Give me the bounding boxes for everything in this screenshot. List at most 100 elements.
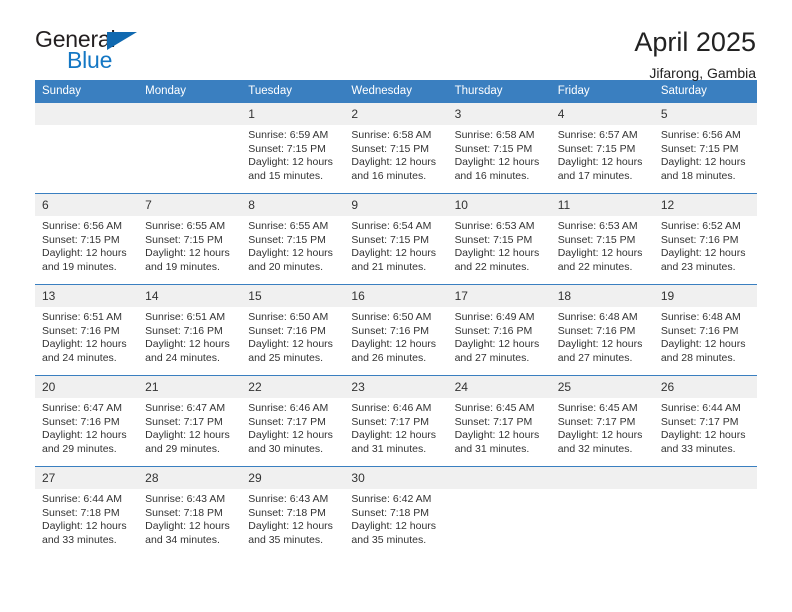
sunrise-text: Sunrise: 6:47 AM <box>42 402 122 414</box>
sunset-text: Sunset: 7:16 PM <box>660 324 739 337</box>
calendar-cell-day-22[interactable]: 22 Sunrise: 6:46 AM Sunset: 7:17 PM Dayligh… <box>241 375 345 467</box>
day-details: Sunrise: 6:49 AM Sunset: 7:16 PM Daylight:… <box>448 307 551 365</box>
calendar-cell-day-21[interactable]: 21 Sunrise: 6:47 AM Sunset: 7:17 PM Dayligh… <box>138 375 242 467</box>
sunrise-text: Sunrise: 6:55 AM <box>145 220 226 232</box>
calendar-cell-day-12[interactable]: 12 Sunrise: 6:52 AM Sunset: 7:16 PM Dayligh… <box>653 193 757 285</box>
day-details: Sunrise: 6:46 AM Sunset: 7:17 PM Daylight:… <box>344 398 447 456</box>
calendar-cell-day-18[interactable]: 18 Sunrise: 6:48 AM Sunset: 7:16 PM Dayligh… <box>550 284 654 376</box>
day-number: 18 <box>550 285 654 307</box>
sunrise-text: Sunrise: 6:43 AM <box>248 493 329 505</box>
sunset-text: Sunset: 7:18 PM <box>145 506 223 519</box>
calendar-cell-day-1[interactable]: 1 Sunrise: 6:59 AM Sunset: 7:15 PM Daylight… <box>241 103 345 194</box>
day-details: Sunrise: 6:45 AM Sunset: 7:17 PM Daylight:… <box>551 398 654 456</box>
sunrise-text: Sunrise: 6:44 AM <box>42 493 122 505</box>
sunset-text: Sunset: 7:15 PM <box>557 233 636 246</box>
day-details: Sunrise: 6:47 AM Sunset: 7:17 PM Daylight:… <box>138 398 241 456</box>
calendar-cell-day-16[interactable]: 16 Sunrise: 6:50 AM Sunset: 7:16 PM Dayligh… <box>344 284 448 376</box>
day-number: 21 <box>138 376 242 398</box>
day-details: Sunrise: 6:48 AM Sunset: 7:16 PM Daylight:… <box>654 307 757 365</box>
day-number: 15 <box>241 285 345 307</box>
calendar-cell-day-29[interactable]: 29 Sunrise: 6:43 AM Sunset: 7:18 PM Dayligh… <box>241 466 345 557</box>
calendar-cell-day-17[interactable]: 17 Sunrise: 6:49 AM Sunset: 7:16 PM Dayligh… <box>447 284 551 376</box>
sunset-text: Sunset: 7:15 PM <box>351 142 430 155</box>
day-details: Sunrise: 6:50 AM Sunset: 7:16 PM Daylight:… <box>344 307 447 365</box>
calendar-cell-day-25[interactable]: 25 Sunrise: 6:45 AM Sunset: 7:17 PM Dayligh… <box>550 375 654 467</box>
calendar-cell-day-8[interactable]: 8 Sunrise: 6:55 AM Sunset: 7:15 PM Daylight… <box>241 193 345 285</box>
daylight-text: Daylight: 12 hours and 22 minutes. <box>557 247 643 273</box>
calendar-cell-day-4[interactable]: 4 Sunrise: 6:57 AM Sunset: 7:15 PM Daylight… <box>550 103 654 194</box>
day-details: Sunrise: 6:51 AM Sunset: 7:16 PM Daylight:… <box>35 307 138 365</box>
calendar-cell-day-11[interactable]: 11 Sunrise: 6:53 AM Sunset: 7:15 PM Dayligh… <box>550 193 654 285</box>
sunset-text: Sunset: 7:17 PM <box>145 415 223 428</box>
calendar-cell-empty <box>550 466 654 557</box>
day-number: 16 <box>344 285 448 307</box>
calendar-cell-empty <box>138 103 242 194</box>
calendar-cell-day-10[interactable]: 10 Sunrise: 6:53 AM Sunset: 7:15 PM Dayligh… <box>447 193 551 285</box>
sunset-text: Sunset: 7:15 PM <box>454 142 533 155</box>
sunrise-text: Sunrise: 6:51 AM <box>42 311 122 323</box>
sunset-text: Sunset: 7:15 PM <box>145 233 223 246</box>
daylight-text: Daylight: 12 hours and 23 minutes. <box>660 247 746 273</box>
calendar-cell-day-9[interactable]: 9 Sunrise: 6:54 AM Sunset: 7:15 PM Daylight… <box>344 193 448 285</box>
day-details: Sunrise: 6:47 AM Sunset: 7:16 PM Daylight:… <box>35 398 138 456</box>
sunset-text: Sunset: 7:16 PM <box>351 324 430 337</box>
calendar-cell-day-14[interactable]: 14 Sunrise: 6:51 AM Sunset: 7:16 PM Dayligh… <box>138 284 242 376</box>
daylight-text: Daylight: 12 hours and 31 minutes. <box>454 429 540 455</box>
sunrise-text: Sunrise: 6:53 AM <box>454 220 535 232</box>
generalblue-logo: General Blue <box>35 28 155 74</box>
day-number: 7 <box>138 194 242 216</box>
sunset-text: Sunset: 7:16 PM <box>248 324 326 337</box>
calendar-cell-day-28[interactable]: 28 Sunrise: 6:43 AM Sunset: 7:18 PM Dayligh… <box>138 466 242 557</box>
weekday-header-thursday: Thursday <box>447 80 551 103</box>
day-number: 5 <box>653 103 757 125</box>
logo-text-blue: Blue <box>67 47 113 73</box>
day-details: Sunrise: 6:52 AM Sunset: 7:16 PM Daylight:… <box>654 216 757 274</box>
calendar-cell-day-15[interactable]: 15 Sunrise: 6:50 AM Sunset: 7:16 PM Dayligh… <box>241 284 345 376</box>
calendar-cell-day-24[interactable]: 24 Sunrise: 6:45 AM Sunset: 7:17 PM Dayligh… <box>447 375 551 467</box>
sunrise-text: Sunrise: 6:44 AM <box>660 402 741 414</box>
day-details: Sunrise: 6:55 AM Sunset: 7:15 PM Daylight:… <box>138 216 241 274</box>
daylight-text: Daylight: 12 hours and 30 minutes. <box>248 429 333 455</box>
sunrise-text: Sunrise: 6:57 AM <box>557 129 638 141</box>
calendar-cell-day-6[interactable]: 6 Sunrise: 6:56 AM Sunset: 7:15 PM Daylight… <box>35 193 139 285</box>
sunrise-text: Sunrise: 6:45 AM <box>454 402 535 414</box>
day-number: 2 <box>344 103 448 125</box>
calendar-cell-empty <box>653 466 757 557</box>
calendar-cell-day-19[interactable]: 19 Sunrise: 6:48 AM Sunset: 7:16 PM Dayligh… <box>653 284 757 376</box>
calendar-week-row: 27 Sunrise: 6:44 AM Sunset: 7:18 PM Dayligh… <box>35 466 757 557</box>
day-number <box>138 103 242 125</box>
daylight-text: Daylight: 12 hours and 15 minutes. <box>248 156 333 182</box>
daylight-text: Daylight: 12 hours and 27 minutes. <box>454 338 540 364</box>
calendar-cell-day-26[interactable]: 26 Sunrise: 6:44 AM Sunset: 7:17 PM Dayligh… <box>653 375 757 467</box>
calendar-cell-day-2[interactable]: 2 Sunrise: 6:58 AM Sunset: 7:15 PM Daylight… <box>344 103 448 194</box>
day-details: Sunrise: 6:58 AM Sunset: 7:15 PM Daylight:… <box>344 125 447 183</box>
daylight-text: Daylight: 12 hours and 22 minutes. <box>454 247 540 273</box>
weekday-header-friday: Friday <box>550 80 654 103</box>
calendar-cell-day-5[interactable]: 5 Sunrise: 6:56 AM Sunset: 7:15 PM Daylight… <box>653 103 757 194</box>
sunrise-text: Sunrise: 6:50 AM <box>248 311 329 323</box>
calendar-cell-day-30[interactable]: 30 Sunrise: 6:42 AM Sunset: 7:18 PM Dayligh… <box>344 466 448 557</box>
calendar-cell-day-7[interactable]: 7 Sunrise: 6:55 AM Sunset: 7:15 PM Daylight… <box>138 193 242 285</box>
day-number: 10 <box>447 194 551 216</box>
day-details: Sunrise: 6:43 AM Sunset: 7:18 PM Daylight:… <box>138 489 241 547</box>
day-details: Sunrise: 6:59 AM Sunset: 7:15 PM Daylight:… <box>241 125 344 183</box>
daylight-text: Daylight: 12 hours and 18 minutes. <box>660 156 746 182</box>
calendar-cell-day-3[interactable]: 3 Sunrise: 6:58 AM Sunset: 7:15 PM Daylight… <box>447 103 551 194</box>
calendar-cell-day-13[interactable]: 13 Sunrise: 6:51 AM Sunset: 7:16 PM Dayligh… <box>35 284 139 376</box>
daylight-text: Daylight: 12 hours and 35 minutes. <box>248 520 333 546</box>
calendar-week-row: 6 Sunrise: 6:56 AM Sunset: 7:15 PM Daylight… <box>35 193 757 285</box>
calendar-week-row: 1 Sunrise: 6:59 AM Sunset: 7:15 PM Daylight… <box>35 103 757 194</box>
sunset-text: Sunset: 7:17 PM <box>454 415 533 428</box>
day-number: 27 <box>35 467 139 489</box>
sunset-text: Sunset: 7:15 PM <box>557 142 636 155</box>
sunrise-text: Sunrise: 6:47 AM <box>145 402 226 414</box>
calendar-cell-day-20[interactable]: 20 Sunrise: 6:47 AM Sunset: 7:16 PM Dayligh… <box>35 375 139 467</box>
calendar-cell-day-27[interactable]: 27 Sunrise: 6:44 AM Sunset: 7:18 PM Dayligh… <box>35 466 139 557</box>
sunrise-text: Sunrise: 6:42 AM <box>351 493 432 505</box>
day-number: 26 <box>653 376 757 398</box>
day-number: 14 <box>138 285 242 307</box>
sunrise-text: Sunrise: 6:56 AM <box>660 129 741 141</box>
day-number: 17 <box>447 285 551 307</box>
calendar-cell-day-23[interactable]: 23 Sunrise: 6:46 AM Sunset: 7:17 PM Dayligh… <box>344 375 448 467</box>
sunset-text: Sunset: 7:18 PM <box>351 506 430 519</box>
